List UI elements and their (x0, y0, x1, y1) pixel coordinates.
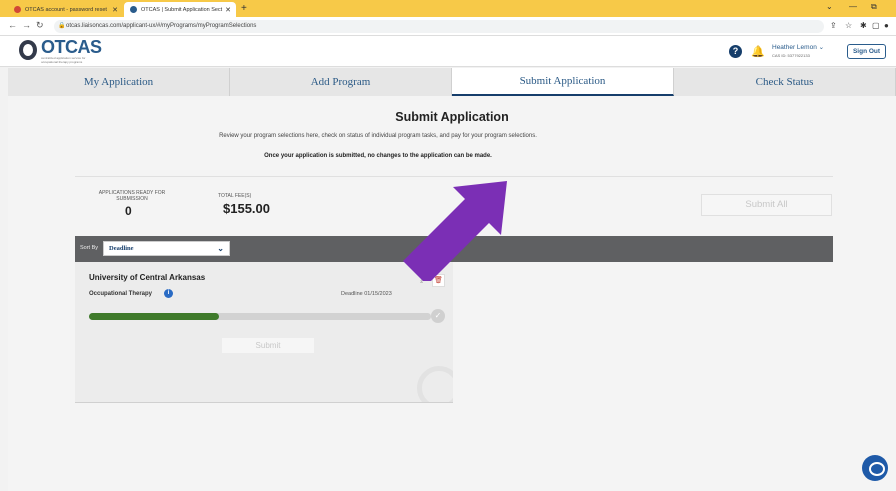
fees-label: TOTAL FEE(S) (218, 193, 252, 199)
chevron-down-icon: ⌄ (217, 244, 224, 253)
help-icon[interactable]: ? (729, 45, 742, 58)
site-header: OTCAS centralized application service fo… (0, 36, 896, 67)
sidepanel-icon[interactable]: ▢ (872, 21, 880, 30)
new-tab-icon[interactable]: + (241, 3, 247, 14)
extensions-icon[interactable]: ✱ (860, 21, 867, 30)
profile-icon[interactable]: ● (884, 21, 889, 30)
cas-id: CAS ID: 5377922133 (772, 53, 810, 58)
school-name: University of Central Arkansas (89, 273, 206, 282)
browser-tab-otcas-submit[interactable]: OTCAS | Submit Application Sect ✕ (124, 2, 236, 17)
otcas-logo-icon (19, 40, 37, 60)
check-icon: ✓ (431, 309, 445, 323)
tab-my-application[interactable]: My Application (8, 68, 230, 96)
restore-icon[interactable]: ⧉ (871, 2, 877, 12)
tab-search-chevron-icon[interactable]: ⌄ (826, 2, 833, 11)
purple-arrow-icon (403, 181, 507, 281)
tab-submit-application[interactable]: Submit Application (452, 68, 674, 96)
sort-selected-value: Deadline (109, 245, 134, 252)
program-card: University of Central Arkansas Occupatio… (75, 262, 453, 403)
user-menu[interactable]: Heather Lemon ⌄ (772, 43, 824, 51)
forward-icon[interactable]: → (22, 20, 31, 30)
watermark-seal (417, 366, 453, 402)
page-subtitle: Review your program selections here, che… (219, 133, 537, 139)
browser-tab-otcas-password[interactable]: OTCAS account - password reset ✕ (8, 2, 123, 17)
close-tab-icon[interactable]: ✕ (112, 6, 118, 14)
otcas-favicon-icon (130, 6, 137, 13)
minimize-icon[interactable]: — (849, 2, 857, 11)
main-nav-tabs: My Application Add Program Submit Applic… (8, 68, 896, 96)
ready-count: 0 (125, 204, 132, 218)
submit-button[interactable]: Submit (222, 338, 314, 353)
fees-value: $155.00 (223, 201, 270, 216)
deadline: Deadline 01/15/2023 (341, 291, 392, 297)
ready-label: APPLICATIONS READY FOR SUBMISSION (98, 190, 166, 202)
browser-tab-label: OTCAS account - password reset (25, 6, 107, 13)
bookmark-star-icon[interactable]: ☆ (845, 21, 852, 30)
url-field[interactable]: 🔒 otcas.liaisoncas.com/applicant-ux/#/my… (54, 20, 824, 33)
submit-all-button[interactable]: Submit All (701, 194, 832, 216)
sign-out-button[interactable]: Sign Out (847, 44, 886, 59)
gmail-icon (14, 6, 21, 13)
page-title: Submit Application (395, 110, 509, 124)
browser-tab-strip: OTCAS account - password reset ✕ OTCAS |… (0, 0, 896, 17)
chat-icon[interactable] (862, 455, 888, 481)
share-icon[interactable]: ⇪ (830, 21, 837, 30)
divider (75, 176, 833, 177)
sort-select[interactable]: Deadline ⌄ (103, 241, 230, 256)
url-text: otcas.liaisoncas.com/applicant-ux/#/myPr… (66, 23, 257, 29)
program-name: Occupational Therapy (89, 291, 153, 297)
tab-add-program[interactable]: Add Program (230, 68, 452, 96)
info-icon[interactable]: i (164, 289, 173, 298)
otcas-logo[interactable]: OTCAS (41, 37, 102, 58)
address-bar: ← → ↻ 🔒 otcas.liaisoncas.com/applicant-u… (0, 17, 896, 36)
tab-check-status[interactable]: Check Status (674, 68, 896, 96)
progress-fill (89, 313, 219, 320)
main-content: Submit Application Review your program s… (8, 96, 896, 491)
logo-tagline: centralized application service for occu… (41, 56, 86, 64)
back-icon[interactable]: ← (8, 20, 17, 30)
sort-by-label: Sort By (80, 245, 99, 251)
browser-tab-label: OTCAS | Submit Application Sect (141, 6, 223, 13)
submission-warning: Once your application is submitted, no c… (264, 153, 492, 159)
close-tab-icon[interactable]: ✕ (225, 6, 231, 14)
reload-icon[interactable]: ↻ (36, 20, 44, 31)
lock-icon: 🔒 (58, 23, 66, 29)
progress-track (89, 313, 431, 320)
bell-icon[interactable]: 🔔 (751, 45, 765, 58)
